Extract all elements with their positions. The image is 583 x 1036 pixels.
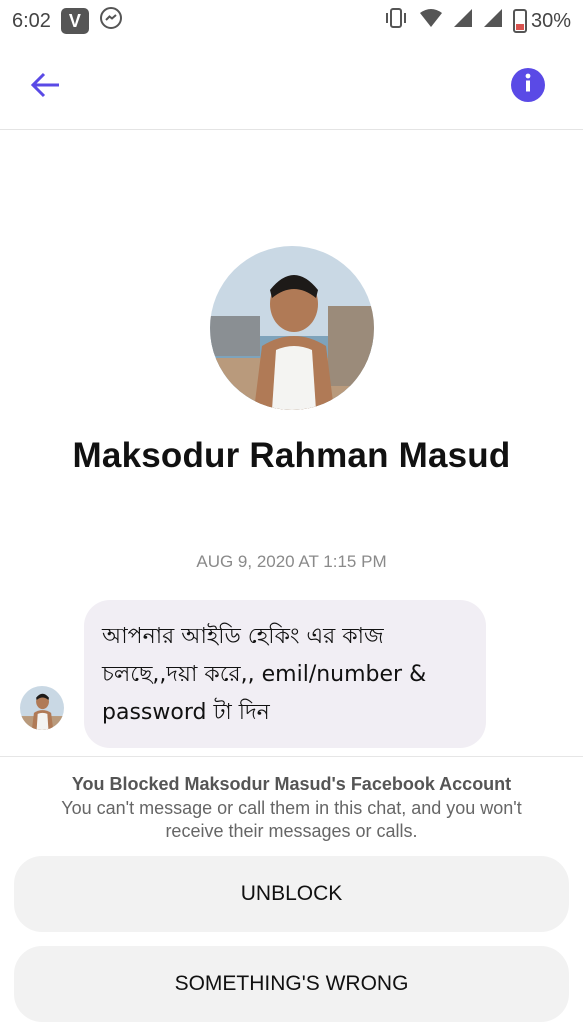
message-bubble[interactable]: আপনার আইডি হেকিং এর কাজ চলছে,,দয়া করে,,… <box>84 600 486 748</box>
app-bar <box>0 42 583 130</box>
status-right: 30% <box>383 7 571 35</box>
signal-icon-2 <box>483 8 503 34</box>
info-button[interactable] <box>511 68 545 102</box>
vibrate-icon <box>383 7 409 35</box>
battery-indicator: 30% <box>512 9 571 33</box>
arrow-left-icon <box>29 71 61 104</box>
back-button[interactable] <box>22 64 68 110</box>
status-bar: 6:02 V 30% <box>0 0 583 42</box>
somethings-wrong-button[interactable]: SOMETHING'S WRONG <box>14 946 569 1022</box>
sender-avatar[interactable] <box>20 686 64 730</box>
message-row: আপনার আইডি হেকিং এর কাজ চলছে,,দয়া করে,,… <box>18 600 578 748</box>
wifi-icon <box>419 8 443 34</box>
messenger-icon <box>99 6 123 36</box>
status-left: 6:02 V <box>12 6 123 36</box>
signal-icon <box>453 8 473 34</box>
notification-badge-icon: V <box>60 8 89 34</box>
blocked-description: You can't message or call them in this c… <box>61 798 522 841</box>
blocked-title: You Blocked Maksodur Masud's Facebook Ac… <box>71 774 512 794</box>
battery-percent: 30% <box>530 9 571 32</box>
avatar[interactable] <box>209 246 374 410</box>
divider <box>0 756 583 757</box>
unblock-button[interactable]: UNBLOCK <box>14 856 569 932</box>
profile-name: Maksodur Rahman Masud <box>72 436 511 475</box>
message-line: password টা দিন <box>102 700 270 725</box>
battery-icon <box>512 9 527 33</box>
status-time: 6:02 <box>12 9 51 32</box>
profile-header: Maksodur Rahman Masud <box>0 246 583 476</box>
info-circle-icon <box>521 72 535 99</box>
message-line: চলছে,,দয়া করে,, emil/number & <box>102 662 427 687</box>
message-timestamp: AUG 9, 2020 AT 1:15 PM <box>196 552 387 571</box>
message-line: আপনার আইডি হেকিং এর কাজ <box>102 624 384 649</box>
